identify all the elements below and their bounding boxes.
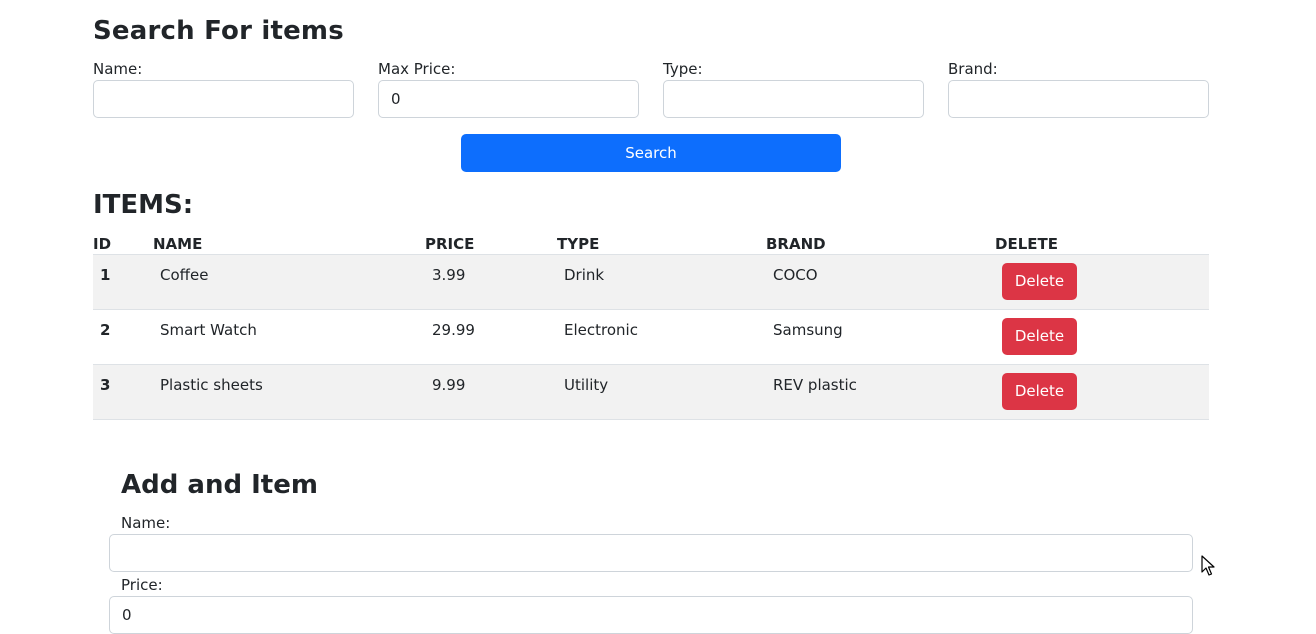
add-name-input[interactable] [109,534,1193,572]
delete-button[interactable]: Delete [1002,317,1077,355]
item-delete-cell: Delete [995,253,1209,309]
search-brand-input[interactable] [948,80,1209,118]
search-name-label: Name: [93,60,143,78]
column-header-brand: BRAND [766,234,826,253]
item-brand-cell: COCO [766,253,995,309]
column-header-price: PRICE [425,234,475,253]
search-type-label: Type: [663,60,703,78]
table-row: 2 Smart Watch 29.99 Electronic Samsung D… [93,308,1209,364]
items-section-title: ITEMS: [93,190,194,220]
table-row: 3 Plastic sheets 9.99 Utility REV plasti… [93,363,1209,420]
delete-button[interactable]: Delete [1002,372,1077,410]
item-price-cell: 3.99 [425,253,557,309]
add-price-label: Price: [121,576,163,594]
column-header-id: ID [93,234,112,253]
item-delete-cell: Delete [995,308,1209,364]
column-header-delete: DELETE [995,234,1058,253]
item-brand-cell: Samsung [766,308,995,364]
item-delete-cell: Delete [995,363,1209,420]
mouse-pointer-icon [1201,555,1215,576]
items-table: ID NAME PRICE TYPE BRAND DELETE 1 Coffee… [93,232,1209,420]
item-price-cell: 29.99 [425,308,557,364]
search-name-input[interactable] [93,80,354,118]
search-brand-label: Brand: [948,60,998,78]
table-header-row: ID NAME PRICE TYPE BRAND DELETE [93,232,1209,254]
search-max-price-input[interactable] [378,80,639,118]
item-brand-cell: REV plastic [766,363,995,420]
item-name-cell: Plastic sheets [153,363,425,420]
search-button[interactable]: Search [461,134,841,172]
search-section-title: Search For items [93,16,344,46]
search-max-price-label: Max Price: [378,60,456,78]
add-name-label: Name: [121,514,171,532]
item-id-cell: 2 [93,308,153,364]
item-type-cell: Drink [557,253,766,309]
column-header-type: TYPE [557,234,600,253]
add-item-section-title: Add and Item [121,470,318,500]
item-type-cell: Electronic [557,308,766,364]
add-price-input[interactable] [109,596,1193,634]
column-header-name: NAME [153,234,203,253]
item-name-cell: Coffee [153,253,425,309]
item-id-cell: 3 [93,363,153,420]
search-type-input[interactable] [663,80,924,118]
item-id-cell: 1 [93,253,153,309]
item-type-cell: Utility [557,363,766,420]
item-price-cell: 9.99 [425,363,557,420]
delete-button[interactable]: Delete [1002,262,1077,300]
table-row: 1 Coffee 3.99 Drink COCO Delete [93,253,1209,309]
item-name-cell: Smart Watch [153,308,425,364]
